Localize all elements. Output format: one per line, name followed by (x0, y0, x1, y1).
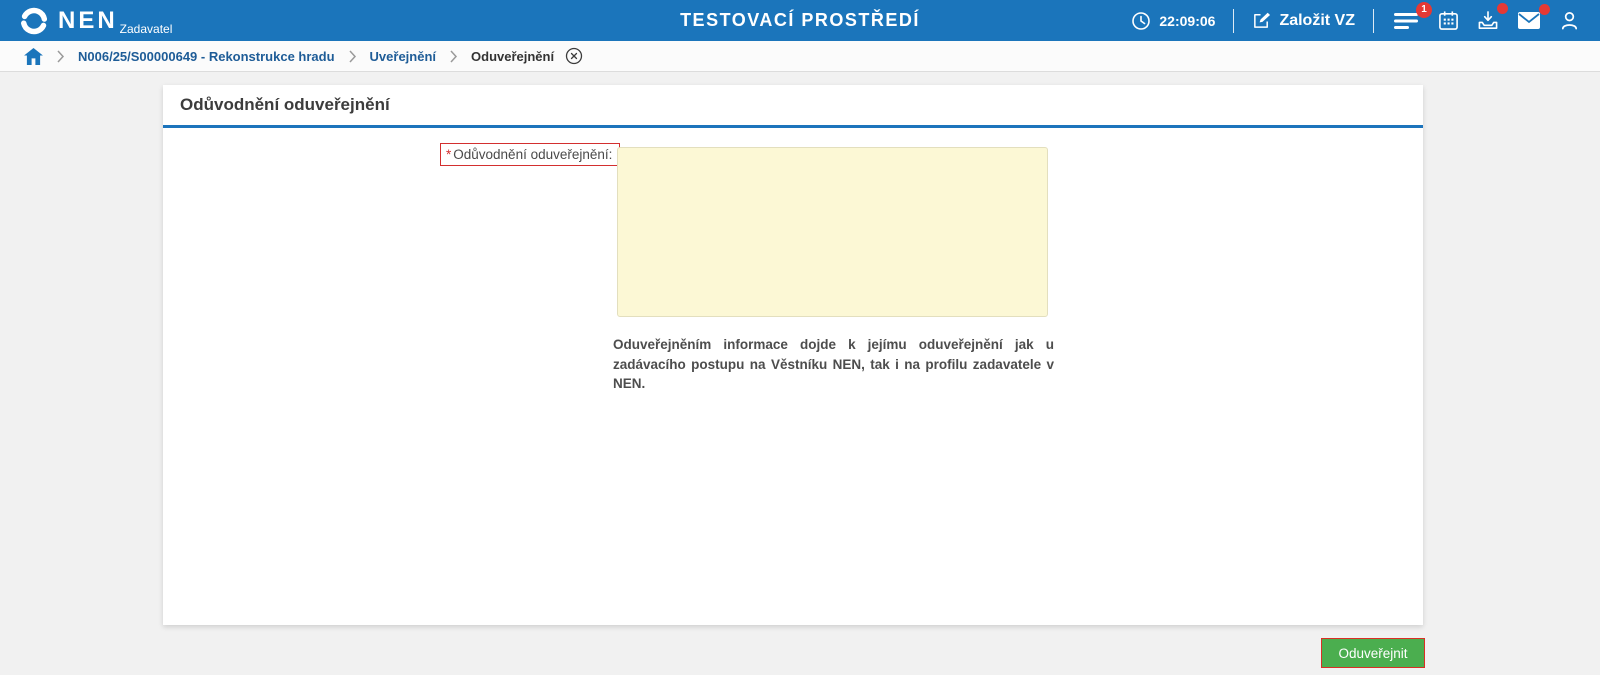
form-card: Odůvodnění oduveřejnění * Odůvodnění oduv… (163, 85, 1423, 625)
downloads-badge-dot (1497, 3, 1508, 14)
chevron-right-icon (348, 49, 357, 63)
breadcrumb-item-procurement[interactable]: N006/25/S00000649 - Rekonstrukce hradu (78, 49, 335, 64)
create-vz-button[interactable]: Založit VZ (1252, 11, 1355, 30)
calendar-icon (1438, 10, 1459, 31)
help-text: Oduveřejněním informace dojde k jejímu o… (613, 337, 1054, 392)
required-asterisk: * (446, 147, 452, 162)
calendar-button[interactable] (1436, 8, 1461, 33)
app-logo[interactable]: NEN Zadavatel (18, 5, 172, 37)
downloads-button[interactable] (1475, 3, 1508, 33)
card-title-row: Odůvodnění oduveřejnění (163, 85, 1423, 128)
header-divider (1233, 8, 1235, 33)
clock-time: 22:09:06 (1159, 12, 1216, 29)
user-button[interactable] (1557, 8, 1582, 33)
breadcrumb-item-current: Oduveřejnění (471, 48, 555, 64)
brand-subtitle: Zadavatel (119, 21, 173, 36)
page-title: Odůvodnění oduveřejnění (180, 95, 390, 114)
top-header: NEN Zadavatel TESTOVACÍ PROSTŘEDÍ 22:09:… (0, 0, 1600, 41)
chevron-right-icon (449, 49, 458, 63)
header-divider (1373, 8, 1374, 33)
home-icon[interactable] (24, 47, 43, 65)
breadcrumb: N006/25/S00000649 - Rekonstrukce hradu U… (0, 41, 1600, 72)
unpublish-button[interactable]: Oduveřejnit (1321, 638, 1425, 668)
brand-name: NEN (58, 6, 118, 34)
nen-logo-icon (18, 5, 50, 37)
reason-textarea[interactable] (617, 147, 1048, 317)
messages-badge-dot (1539, 4, 1550, 15)
messages-button[interactable] (1515, 4, 1550, 32)
reason-field-label: * Odůvodnění oduveřejnění: (440, 143, 621, 166)
chevron-right-icon (56, 49, 65, 63)
download-inbox-icon (1477, 10, 1499, 31)
pencil-square-icon (1252, 11, 1271, 30)
close-breadcrumb-icon[interactable] (565, 47, 583, 65)
main-content: Odůvodnění oduveřejnění * Odůvodnění oduv… (0, 72, 1600, 675)
clock: 22:09:06 (1131, 11, 1215, 31)
reason-label-text: Odůvodnění oduveřejnění: (453, 147, 613, 162)
menu-button[interactable]: 1 (1392, 1, 1432, 33)
envelope-icon (1517, 11, 1541, 30)
clock-icon (1131, 11, 1151, 31)
breadcrumb-item-uverejneni[interactable]: Uveřejnění (370, 49, 436, 64)
person-icon (1559, 10, 1580, 31)
menu-badge: 1 (1416, 1, 1432, 18)
create-vz-label: Založit VZ (1279, 11, 1355, 29)
